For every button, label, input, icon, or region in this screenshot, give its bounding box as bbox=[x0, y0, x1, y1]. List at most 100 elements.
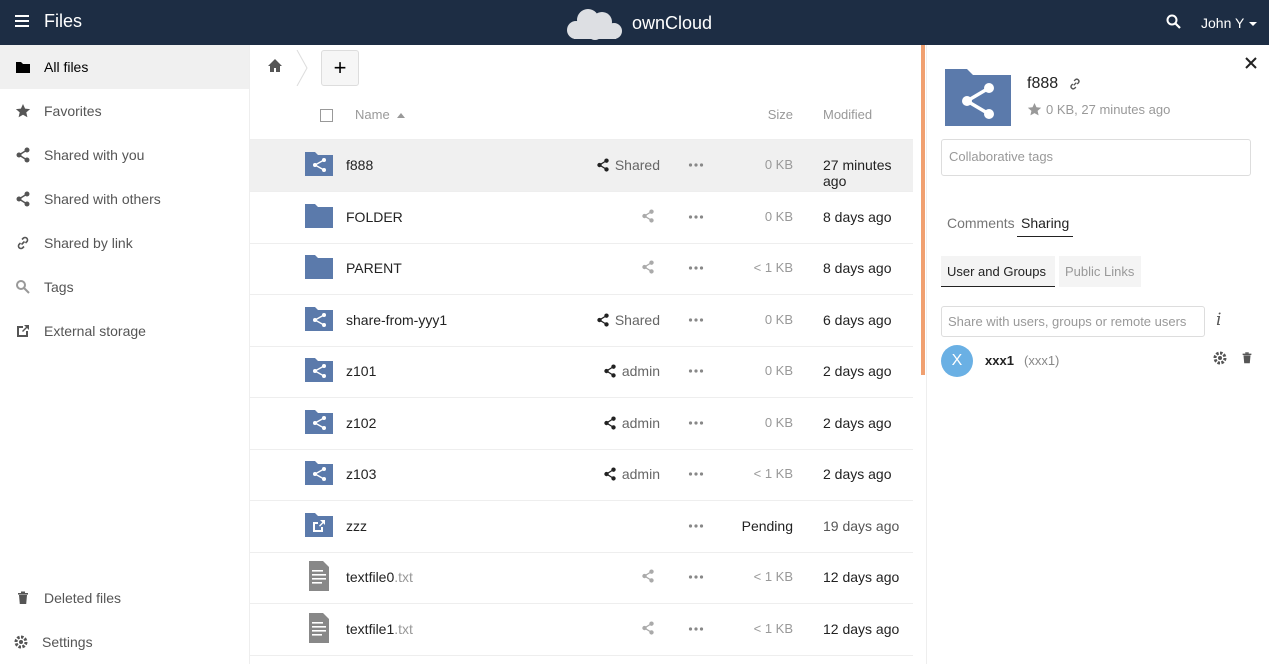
more-actions-icon[interactable] bbox=[688, 260, 704, 276]
sidebar-item-all-files[interactable]: All files bbox=[0, 45, 249, 89]
search-icon[interactable] bbox=[1166, 14, 1182, 30]
file-name[interactable]: zzz bbox=[346, 518, 367, 534]
subtab-user-and-groups[interactable]: User and Groups bbox=[941, 256, 1055, 287]
select-all-checkbox[interactable] bbox=[320, 109, 333, 122]
file-name[interactable]: FOLDER bbox=[346, 209, 403, 225]
link-icon[interactable] bbox=[1068, 77, 1082, 91]
app-title[interactable]: Files bbox=[44, 11, 82, 32]
share-owner[interactable]: admin bbox=[603, 466, 660, 482]
more-actions-icon[interactable] bbox=[688, 363, 704, 379]
file-name[interactable]: textfile1.txt bbox=[346, 621, 413, 637]
shared-folder-large-icon bbox=[945, 69, 1011, 126]
share-icon bbox=[642, 209, 654, 223]
shared-folder-icon bbox=[305, 307, 333, 331]
file-name[interactable]: z101 bbox=[346, 363, 376, 379]
sidebar-item-label: Tags bbox=[44, 279, 74, 295]
brand-logo: ownCloud bbox=[564, 6, 712, 40]
share-owner[interactable]: admin bbox=[603, 415, 660, 431]
table-row[interactable]: FOLDER 0 KB 8 days ago bbox=[250, 192, 913, 244]
star-icon[interactable] bbox=[1027, 102, 1042, 117]
close-icon[interactable] bbox=[1245, 57, 1257, 69]
text-file-icon bbox=[309, 561, 329, 591]
tab-comments[interactable]: Comments bbox=[947, 215, 1015, 236]
more-actions-icon[interactable] bbox=[688, 569, 704, 585]
trash-icon[interactable] bbox=[1240, 350, 1254, 366]
subtab-public-links[interactable]: Public Links bbox=[1059, 256, 1141, 287]
table-row[interactable]: zzz Pending 19 days ago bbox=[250, 501, 913, 553]
folder-icon bbox=[16, 62, 30, 73]
table-row[interactable]: z102 admin 0 KB 2 days ago bbox=[250, 398, 913, 450]
file-size: 0 KB bbox=[764, 415, 793, 430]
share-action[interactable] bbox=[641, 621, 660, 635]
column-header-size[interactable]: Size bbox=[768, 107, 793, 122]
file-list-header: Name Size Modified bbox=[250, 90, 913, 140]
sidebar-item-deleted-files[interactable]: Deleted files bbox=[0, 576, 249, 620]
share-owner[interactable]: admin bbox=[603, 363, 660, 379]
share-label: admin bbox=[621, 415, 660, 431]
share-status[interactable]: Shared bbox=[596, 312, 660, 328]
file-name[interactable]: PARENT bbox=[346, 260, 402, 276]
more-actions-icon[interactable] bbox=[688, 312, 704, 328]
menu-icon[interactable] bbox=[15, 15, 29, 27]
file-name[interactable]: z102 bbox=[346, 415, 376, 431]
file-name[interactable]: share-from-yyy1 bbox=[346, 312, 447, 328]
sidebar-item-favorites[interactable]: Favorites bbox=[0, 89, 249, 133]
table-row[interactable]: z101 admin 0 KB 2 days ago bbox=[250, 346, 913, 398]
user-menu[interactable]: John Y bbox=[1201, 15, 1258, 31]
collaborative-tags-input[interactable]: Collaborative tags bbox=[941, 139, 1251, 176]
scrollbar[interactable] bbox=[921, 45, 925, 375]
sidebar-item-label: External storage bbox=[44, 323, 146, 339]
share-label: Shared bbox=[614, 312, 660, 328]
table-row[interactable]: textfile1.txt < 1 KB 12 days ago bbox=[250, 604, 913, 656]
table-row[interactable]: z103 admin < 1 KB 2 days ago bbox=[250, 449, 913, 501]
sidebar-item-settings[interactable]: Settings bbox=[0, 620, 249, 664]
file-name[interactable]: textfile0.txt bbox=[346, 569, 413, 585]
sidebar-item-shared-with-others[interactable]: Shared with others bbox=[0, 177, 249, 221]
file-name-base: FOLDER bbox=[346, 209, 403, 225]
file-name[interactable]: z103 bbox=[346, 466, 376, 482]
trash-icon bbox=[18, 591, 28, 604]
table-row[interactable]: textfile0.txt < 1 KB 12 days ago bbox=[250, 552, 913, 604]
file-modified: 2 days ago bbox=[823, 466, 892, 482]
more-actions-icon[interactable] bbox=[688, 157, 704, 173]
sidebar-item-label: Settings bbox=[42, 634, 93, 650]
sidebar-item-label: Deleted files bbox=[44, 590, 122, 606]
share-action[interactable] bbox=[641, 260, 660, 274]
more-actions-icon[interactable] bbox=[688, 621, 704, 637]
more-actions-icon[interactable] bbox=[688, 209, 704, 225]
file-name-base: f888 bbox=[346, 157, 374, 173]
sidebar-item-tags[interactable]: Tags bbox=[0, 265, 249, 309]
table-row[interactable]: f888 Shared 0 KB 27 minutes ago bbox=[250, 140, 913, 192]
tab-sharing[interactable]: Sharing bbox=[1017, 215, 1074, 237]
file-modified: 8 days ago bbox=[823, 209, 892, 225]
share-icon bbox=[604, 467, 616, 481]
sidebar-item-shared-with-you[interactable]: Shared with you bbox=[0, 133, 249, 177]
more-actions-icon[interactable] bbox=[688, 415, 704, 431]
more-actions-icon[interactable] bbox=[688, 466, 704, 482]
table-row[interactable]: PARENT < 1 KB 8 days ago bbox=[250, 243, 913, 295]
folder-icon bbox=[305, 204, 333, 228]
gear-icon[interactable] bbox=[1212, 350, 1228, 366]
home-icon[interactable] bbox=[267, 58, 283, 74]
gear-icon bbox=[14, 635, 28, 649]
info-icon[interactable]: i bbox=[1216, 310, 1221, 330]
table-row[interactable]: share-from-yyy1 Shared 0 KB 6 days ago bbox=[250, 295, 913, 347]
share-status[interactable]: Shared bbox=[596, 157, 660, 173]
file-name[interactable]: f888 bbox=[346, 157, 373, 173]
share-with-input[interactable]: Share with users, groups or remote users bbox=[941, 306, 1205, 337]
column-header-name[interactable]: Name bbox=[355, 107, 405, 122]
share-action[interactable] bbox=[641, 209, 660, 223]
new-button[interactable]: + bbox=[321, 50, 359, 86]
more-actions-icon[interactable] bbox=[688, 518, 704, 534]
file-modified: 12 days ago bbox=[823, 621, 900, 637]
sidebar-item-shared-by-link[interactable]: Shared by link bbox=[0, 221, 249, 265]
share-action[interactable] bbox=[641, 569, 660, 583]
file-modified: 2 days ago bbox=[823, 415, 892, 431]
share-icon bbox=[604, 364, 616, 378]
share-icon bbox=[597, 158, 609, 172]
column-header-modified[interactable]: Modified bbox=[823, 107, 872, 122]
shared-folder-icon bbox=[305, 152, 333, 176]
shared-folder-icon bbox=[305, 461, 333, 485]
sidebar-item-external-storage[interactable]: External storage bbox=[0, 309, 249, 353]
share-icon bbox=[597, 313, 609, 327]
